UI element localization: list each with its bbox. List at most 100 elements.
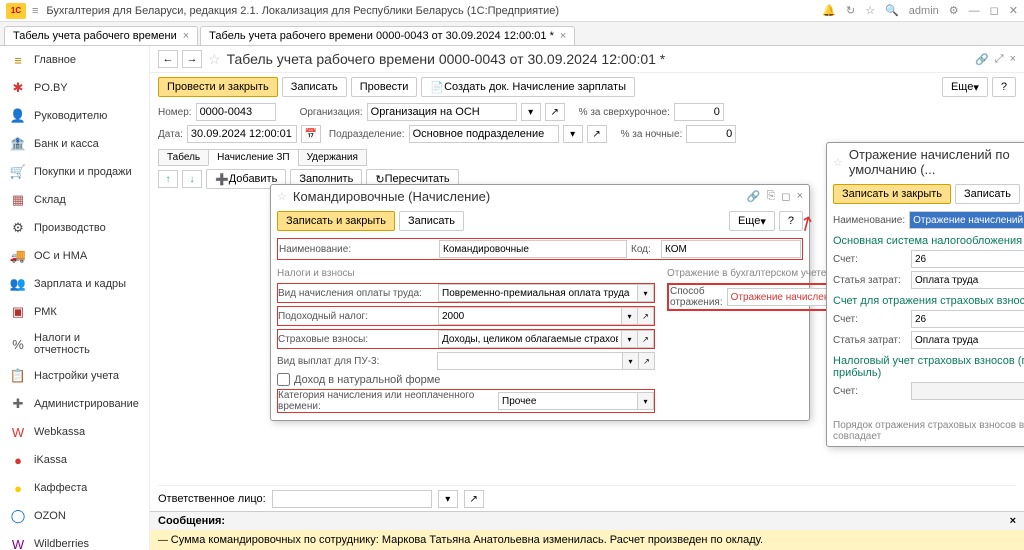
search-icon[interactable]: 🔍 [885,4,899,17]
sidebar-item[interactable]: ●Каффеста [0,474,149,502]
pay-type-input[interactable] [438,284,638,302]
move-up-button[interactable]: ↑ [158,170,178,188]
close-icon[interactable]: ✕ [1009,4,1018,17]
code-input[interactable] [661,240,801,258]
sidebar-item[interactable]: ✚Администрирование [0,390,149,418]
post-button[interactable]: Провести [351,77,418,97]
org-open-button[interactable]: ↗ [545,103,565,121]
favorite-icon[interactable]: ☆ [833,156,843,169]
ins-cost-input[interactable] [911,331,1024,349]
section-tax-accounting[interactable]: Налоговый учет страховых взносов (по нал… [833,355,1024,379]
account-input[interactable] [911,250,1024,268]
natural-income-checkbox[interactable]: Доход в натуральной форме [277,373,655,386]
window-icon[interactable]: ◻ [990,4,999,17]
tab-1[interactable]: Табель учета рабочего времени× [4,26,198,45]
link-icon[interactable]: 🔗 [975,53,989,66]
sidebar-item[interactable]: ▦Склад [0,186,149,214]
dropdown-icon[interactable]: ▾ [638,284,654,302]
sidebar-item[interactable]: ≡Главное [0,46,149,74]
dropdown-icon[interactable]: ▾ [622,330,638,348]
sidebar-item[interactable]: ▣РМК [0,298,149,326]
maximize-icon[interactable]: ◻ [781,190,790,203]
settings-icon[interactable]: ⚙ [949,4,959,17]
sidebar-item[interactable]: WWebkassa [0,418,149,446]
sidebar-item[interactable]: 🏦Банк и касса [0,130,149,158]
subtab-payroll[interactable]: Начисление ЗП [208,149,298,166]
org-input[interactable] [367,103,517,121]
write-button[interactable]: Записать [955,184,1020,204]
close-doc-icon[interactable]: × [1010,53,1016,65]
expand-icon[interactable]: ⤢ [995,53,1004,66]
sidebar-item[interactable]: WWildberries [0,530,149,550]
help-button[interactable]: ? [992,77,1016,97]
tab-2[interactable]: Табель учета рабочего времени 0000-0043 … [200,26,575,45]
nav-fwd-button[interactable]: → [182,50,202,68]
sidebar: ≡Главное✱PO.BY👤Руководителю🏦Банк и касса… [0,46,150,550]
insurance-input[interactable] [438,330,622,348]
close-messages-icon[interactable]: × [1010,515,1016,527]
sidebar-item[interactable]: ✱PO.BY [0,74,149,102]
dropdown-icon[interactable]: ▾ [638,392,654,410]
night-input[interactable] [686,125,736,143]
create-doc-button[interactable]: 📄 Создать док. Начисление зарплаты [421,77,635,97]
open-icon[interactable]: ↗ [638,330,654,348]
name-input[interactable] [439,240,627,258]
section-insurance-acct[interactable]: Счет для отражения страховых взносов [833,295,1024,307]
user-label[interactable]: admin [909,5,939,17]
titlebar: 1C ≡ Бухгалтерия для Беларуси, редакция … [0,0,1024,22]
nav-back-button[interactable]: ← [158,50,178,68]
section-main-tax[interactable]: Основная система налогообложения [833,235,1024,247]
subtab-table[interactable]: Табель [158,149,209,166]
open-icon[interactable]: ↗ [638,307,654,325]
close-icon[interactable]: × [797,190,803,203]
org-select-button[interactable]: ▾ [521,103,541,121]
bell-icon[interactable]: 🔔 [822,4,836,17]
dept-input[interactable] [409,125,559,143]
more-button[interactable]: Еще ▾ [729,211,775,231]
dropdown-icon[interactable]: ▾ [622,307,638,325]
sidebar-item[interactable]: ⚙Производство [0,214,149,242]
category-input[interactable] [498,392,638,410]
pin-icon[interactable]: ⎘ [767,190,776,203]
sidebar-item[interactable]: 🛒Покупки и продажи [0,158,149,186]
name-input[interactable] [909,211,1024,229]
open-icon[interactable]: ↗ [464,490,484,508]
write-button[interactable]: Записать [282,77,347,97]
favorite-icon[interactable]: ☆ [277,190,287,203]
dept-select-button[interactable]: ▾ [563,125,583,143]
sidebar-item[interactable]: %Налоги и отчетность [0,326,149,362]
link-icon[interactable]: 🔗 [747,190,761,203]
num-input[interactable] [196,103,276,121]
write-button[interactable]: Записать [399,211,464,231]
dropdown-icon[interactable]: ▾ [623,352,639,370]
post-close-button[interactable]: Провести и закрыть [158,77,278,97]
pu3-input[interactable] [437,352,623,370]
sidebar-item[interactable]: 👤Руководителю [0,102,149,130]
ins-account-input[interactable] [911,310,1024,328]
date-input[interactable] [187,125,297,143]
cost-item-input[interactable] [911,271,1024,289]
subtab-deductions[interactable]: Удержания [298,149,367,166]
sidebar-item[interactable]: ●iKassa [0,446,149,474]
sidebar-item[interactable]: 👥Зарплата и кадры [0,270,149,298]
open-icon[interactable]: ↗ [639,352,655,370]
sidebar-item[interactable]: ◯OZON [0,502,149,530]
move-down-button[interactable]: ↓ [182,170,202,188]
tax-account-input[interactable] [911,382,1024,400]
menu-icon[interactable]: ≡ [32,5,38,17]
dropdown-icon[interactable]: ▾ [438,490,458,508]
sidebar-item[interactable]: 📋Настройки учета [0,362,149,390]
income-tax-input[interactable] [438,307,622,325]
dept-open-button[interactable]: ↗ [587,125,607,143]
sidebar-item[interactable]: 🚚ОС и НМА [0,242,149,270]
star-icon[interactable]: ☆ [865,4,875,17]
write-close-button[interactable]: Записать и закрыть [833,184,951,204]
responsible-input[interactable] [272,490,432,508]
write-close-button[interactable]: Записать и закрыть [277,211,395,231]
history-icon[interactable]: ↻ [846,4,855,17]
overtime-input[interactable] [674,103,724,121]
favorite-icon[interactable]: ☆ [208,51,221,68]
date-picker-button[interactable]: 📅 [301,125,321,143]
minimize-icon[interactable]: — [969,5,980,17]
more-button[interactable]: Еще ▾ [942,77,988,97]
